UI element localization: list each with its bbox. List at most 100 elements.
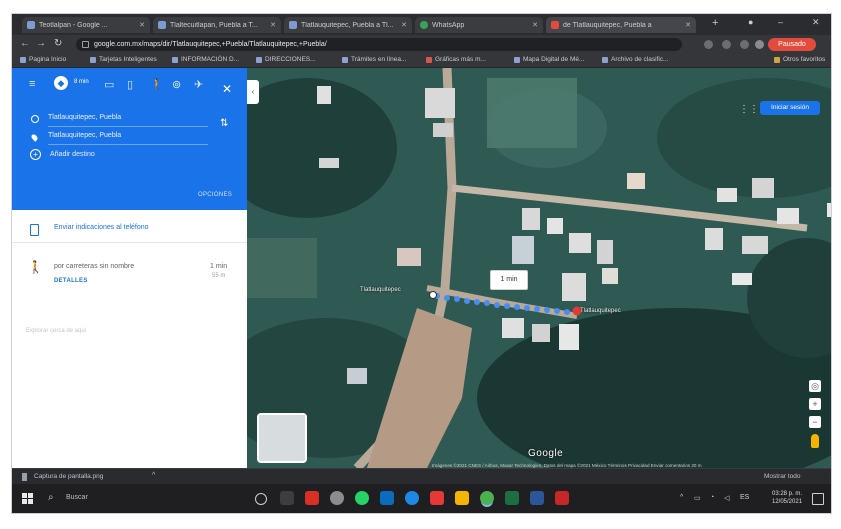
bookmark-item[interactable]: DIRECCIONES... (256, 56, 316, 63)
app-icon[interactable] (330, 491, 344, 505)
pdf-icon[interactable] (555, 491, 569, 505)
other-bookmarks[interactable]: Otros favoritos (774, 56, 825, 63)
close-tab-icon[interactable]: ✕ (532, 21, 538, 29)
whatsapp-icon[interactable] (355, 491, 369, 505)
tab-title: WhatsApp (432, 21, 465, 29)
close-tab-icon[interactable]: ✕ (139, 21, 145, 29)
download-item[interactable]: Captura de pantalla.png (34, 473, 103, 480)
add-destination-icon[interactable]: + (30, 149, 41, 160)
forward-icon[interactable]: → (36, 38, 46, 49)
bookmark-item[interactable]: Tarjetas Inteligentes (90, 56, 157, 63)
tab-1[interactable]: Teotlalpan - Google ... ✕ (22, 17, 150, 33)
transit-icon[interactable]: ▯ (127, 78, 133, 91)
route-time: 1 min (210, 263, 228, 270)
whatsapp-icon (420, 21, 428, 29)
close-tab-icon[interactable]: ✕ (270, 21, 276, 29)
send-to-phone-row[interactable]: Enviar indicaciones al teléfono (12, 216, 247, 243)
new-tab-icon[interactable]: + (712, 17, 718, 29)
zoom-out-button[interactable]: − (809, 416, 821, 428)
route-option[interactable]: 🚶 por carreteras sin nombre 1 min 55 m D… (12, 244, 247, 304)
file-explorer-icon[interactable] (455, 491, 469, 505)
bookmark-item[interactable]: Pagina Inicio (20, 56, 66, 63)
clock-date: 12/05/2021 (772, 499, 803, 505)
key-icon[interactable] (704, 40, 713, 49)
bookmark-item[interactable]: Archivo de clasific... (602, 56, 668, 63)
mode-time: 8 min (74, 79, 89, 85)
chevron-up-icon[interactable]: ^ (680, 494, 683, 501)
cortana-icon[interactable] (255, 493, 267, 505)
compass-icon[interactable]: ◎ (809, 380, 821, 392)
satellite-imagery (247, 68, 831, 468)
flight-icon[interactable]: ✈ (194, 78, 203, 91)
details-link[interactable]: DETALLES (54, 278, 88, 284)
destination-field[interactable]: Tlatlauquitepec, Puebla (48, 132, 208, 145)
walking-icon: 🚶 (28, 260, 43, 274)
tab-favicon-icon (158, 21, 166, 29)
close-tab-icon[interactable]: ✕ (685, 21, 691, 29)
extensions-icon[interactable] (740, 40, 749, 49)
close-tab-icon[interactable]: ✕ (401, 21, 407, 29)
menu-icon[interactable]: ≡ (29, 78, 35, 90)
avatar[interactable] (755, 40, 764, 49)
car-icon[interactable]: ▭ (104, 78, 114, 91)
bookmark-item[interactable]: Gráficas más m... (426, 56, 486, 63)
mail-icon[interactable] (380, 491, 394, 505)
zoom-in-button[interactable]: + (809, 398, 821, 410)
file-icon (22, 473, 27, 481)
search-icon[interactable]: ⌕ (48, 492, 54, 503)
taskbar-clock[interactable]: 03:28 p. m. 12/05/2021 (772, 490, 802, 506)
map-controls: ◎ + − (809, 380, 823, 448)
edge-icon[interactable] (405, 491, 419, 505)
show-all-button[interactable]: Mostrar todo (764, 473, 801, 480)
tab-4[interactable]: WhatsApp ✕ (415, 17, 543, 33)
star-icon[interactable] (722, 40, 731, 49)
battery-icon[interactable]: ▭ (694, 494, 701, 502)
tab-2[interactable]: Tlaltecuitlapan, Puebla a T... ✕ (153, 17, 281, 33)
minimize-icon[interactable]: – (778, 17, 783, 27)
tab-5-active[interactable]: de Tlatlauquitepec, Puebla a ✕ (546, 17, 696, 33)
network-icon[interactable]: ◔ (710, 494, 714, 501)
best-route-icon[interactable]: ◆ (54, 76, 68, 90)
back-icon[interactable]: ← (20, 38, 30, 49)
bookmark-item[interactable]: Trámites en línea... (342, 56, 406, 63)
windows-taskbar: ⌕ Buscar ^ ▭ ◔ ◁ ES 03:28 p. m. 12/05/20… (12, 484, 831, 513)
tab-favicon-icon (27, 21, 35, 29)
origin-field[interactable]: Tlatlauquitepec, Puebla (48, 114, 208, 127)
close-directions-icon[interactable]: ✕ (222, 82, 232, 96)
collapse-panel-button[interactable]: ‹ (247, 80, 259, 104)
chevron-up-icon[interactable]: ^ (152, 472, 155, 479)
notifications-icon[interactable] (812, 493, 824, 505)
send-to-phone-label: Enviar indicaciones al teléfono (54, 224, 149, 231)
satellite-map[interactable] (247, 68, 831, 468)
reload-icon[interactable]: ↻ (54, 38, 62, 49)
tab-search-icon[interactable]: ● (748, 17, 753, 27)
bookmark-item[interactable]: INFORMACIÓN D... (172, 56, 239, 63)
route-callout[interactable]: 1 min (490, 270, 528, 290)
google-apps-icon[interactable]: ⋮⋮ (739, 104, 759, 115)
pegman-icon[interactable] (811, 434, 819, 448)
volume-icon[interactable]: ◁ (724, 494, 729, 502)
close-window-icon[interactable]: ✕ (812, 17, 820, 28)
swap-icon[interactable]: ⇅ (220, 118, 228, 129)
app-icon[interactable] (430, 491, 444, 505)
add-destination-link[interactable]: Añadir destino (50, 151, 95, 158)
address-bar[interactable]: google.com.mx/maps/dir/Tlatlauquitepec,+… (76, 38, 682, 51)
explore-nearby[interactable]: Explorar cerca de aquí (26, 328, 86, 334)
word-icon[interactable] (530, 491, 544, 505)
clock-time: 03:28 p. m. (772, 491, 803, 497)
acrobat-icon[interactable] (305, 491, 319, 505)
tab-3[interactable]: Tlatlauquitepec, Puebla a Tl... ✕ (284, 17, 412, 33)
task-view-icon[interactable] (280, 491, 294, 505)
walk-mode-icon[interactable]: 🚶 (150, 78, 164, 91)
taskbar-search[interactable]: Buscar (66, 494, 88, 501)
layers-thumbnail[interactable] (257, 413, 307, 463)
windows-start-icon[interactable] (22, 493, 33, 504)
bicycle-icon[interactable]: ⊚ (172, 78, 181, 91)
options-button[interactable]: OPCIONES (198, 192, 232, 198)
profile-paused-button[interactable]: Pausado (768, 38, 816, 51)
excel-icon[interactable] (505, 491, 519, 505)
sign-in-button[interactable]: Iniciar sesión (760, 101, 820, 115)
bookmark-item[interactable]: Mapa Digital de Mé... (514, 56, 584, 63)
language-icon[interactable]: ES (740, 494, 749, 501)
chrome-icon[interactable] (480, 491, 494, 505)
